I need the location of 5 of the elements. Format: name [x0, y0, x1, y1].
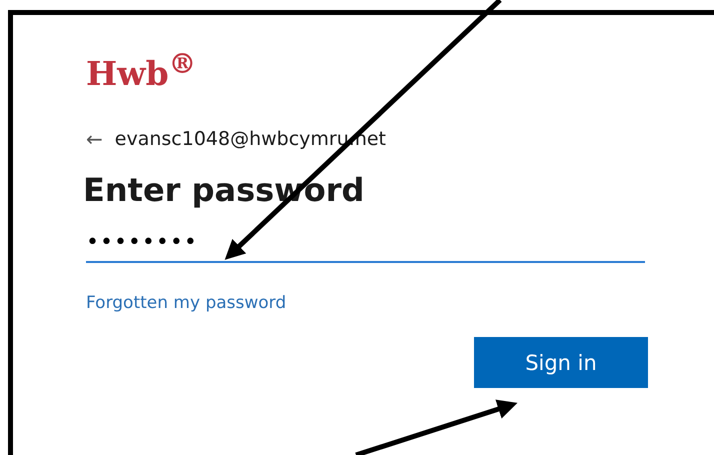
password-field[interactable]: •••••••• [86, 226, 645, 263]
back-arrow-icon[interactable]: ← [86, 126, 103, 152]
forgot-password-link[interactable]: Forgotten my password [86, 293, 286, 313]
logo: Hwb$^{®}$ [86, 47, 198, 95]
sign-in-button[interactable]: Sign in [474, 337, 648, 388]
